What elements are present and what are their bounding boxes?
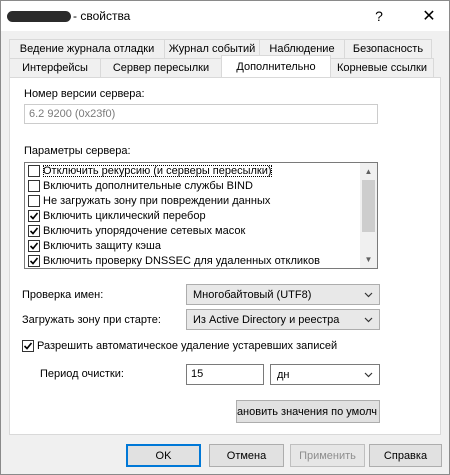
advanced-tab-panel: Номер версии сервера: 6.2 9200 (0x23f0) … bbox=[9, 77, 441, 435]
server-option-checkbox[interactable] bbox=[28, 254, 40, 267]
server-option-checkbox[interactable] bbox=[28, 164, 40, 177]
server-option-checkbox[interactable] bbox=[28, 194, 40, 207]
tab-security[interactable]: Безопасность bbox=[344, 39, 432, 58]
server-option-label: Включить проверку DNSSEC для удаленных о… bbox=[43, 254, 320, 267]
chevron-down-icon bbox=[364, 292, 373, 298]
help-title-button[interactable]: ? bbox=[359, 1, 399, 31]
server-option-row[interactable]: Включить проверку DNSSEC для удаленных о… bbox=[25, 253, 361, 268]
server-option-label: Не загружать зону при повреждении данных bbox=[43, 194, 271, 207]
help-button[interactable]: Справка bbox=[369, 444, 442, 467]
load-zone-value: Из Active Directory и реестра bbox=[193, 313, 340, 326]
title-bar: - свойства ? ✕ bbox=[1, 1, 449, 31]
options-scrollbar[interactable]: ▲ ▼ bbox=[360, 163, 377, 268]
tab-row-2: Интерфейсы Сервер пересылки Дополнительн… bbox=[9, 55, 434, 77]
load-zone-label: Загружать зону при старте: bbox=[22, 314, 161, 326]
server-version-field[interactable]: 6.2 9200 (0x23f0) bbox=[24, 104, 378, 124]
server-option-label: Включить дополнительные службы BIND bbox=[43, 179, 253, 192]
server-option-row[interactable]: Включить циклический перебор bbox=[25, 208, 361, 223]
server-option-row[interactable]: Не загружать зону при повреждении данных bbox=[25, 193, 361, 208]
server-options-list[interactable]: Отключить рекурсию (и серверы пересылки)… bbox=[24, 162, 378, 269]
server-option-checkbox[interactable] bbox=[28, 239, 40, 252]
server-option-row[interactable]: Включить дополнительные службы BIND bbox=[25, 178, 361, 193]
checkmark-icon bbox=[29, 256, 39, 265]
dialog-client-area: Ведение журнала отладки Журнал событий Н… bbox=[1, 31, 449, 474]
server-option-checkbox[interactable] bbox=[28, 209, 40, 222]
scroll-up-arrow-icon[interactable]: ▲ bbox=[360, 163, 377, 180]
scavenge-unit-select[interactable]: дн bbox=[270, 364, 380, 385]
server-options-items: Отключить рекурсию (и серверы пересылки)… bbox=[25, 163, 361, 268]
tab-debug-logging[interactable]: Ведение журнала отладки bbox=[9, 39, 165, 58]
scavenge-unit-value: дн bbox=[277, 368, 290, 381]
chevron-down-icon bbox=[364, 372, 373, 378]
server-option-row[interactable]: Включить защиту кэша bbox=[25, 238, 361, 253]
server-option-label: Отключить рекурсию (и серверы пересылки) bbox=[43, 164, 272, 177]
chevron-down-icon bbox=[364, 317, 373, 323]
auto-scavenge-checkbox[interactable] bbox=[22, 340, 34, 352]
server-version-label: Номер версии сервера: bbox=[24, 88, 145, 100]
name-check-select[interactable]: Многобайтовый (UTF8) bbox=[186, 284, 380, 305]
scroll-thumb[interactable] bbox=[362, 180, 375, 232]
server-option-checkbox[interactable] bbox=[28, 179, 40, 192]
ok-button[interactable]: OK bbox=[126, 444, 201, 467]
server-option-label: Включить упорядочение сетевых масок bbox=[43, 224, 246, 237]
scroll-down-arrow-icon[interactable]: ▼ bbox=[360, 251, 377, 268]
redacted-server-name bbox=[7, 11, 71, 22]
cancel-button[interactable]: Отмена bbox=[209, 444, 284, 467]
server-option-row[interactable]: Отключить рекурсию (и серверы пересылки) bbox=[25, 163, 361, 178]
name-check-value: Многобайтовый (UTF8) bbox=[193, 288, 312, 301]
server-option-label: Включить циклический перебор bbox=[43, 209, 206, 222]
server-options-label: Параметры сервера: bbox=[24, 145, 131, 157]
server-option-checkbox[interactable] bbox=[28, 224, 40, 237]
tab-interfaces[interactable]: Интерфейсы bbox=[9, 58, 101, 77]
tab-row-1: Ведение журнала отладки Журнал событий Н… bbox=[9, 39, 432, 58]
scavenge-period-input[interactable]: 15 bbox=[186, 364, 264, 385]
server-option-row[interactable]: Включить упорядочение сетевых масок bbox=[25, 223, 361, 238]
tab-forwarders[interactable]: Сервер пересылки bbox=[100, 58, 222, 77]
scavenge-period-label: Период очистки: bbox=[40, 368, 124, 380]
auto-scavenge-checkbox-row[interactable]: Разрешить автоматическое удаление устаре… bbox=[22, 340, 337, 352]
checkmark-icon bbox=[29, 241, 39, 250]
window-title: - свойства bbox=[73, 9, 131, 23]
checkmark-icon bbox=[29, 211, 39, 220]
tab-root-hints[interactable]: Корневые ссылки bbox=[330, 58, 434, 77]
tab-advanced[interactable]: Дополнительно bbox=[221, 55, 331, 77]
properties-dialog: - свойства ? ✕ Ведение журнала отладки Ж… bbox=[0, 0, 450, 475]
server-option-label: Включить защиту кэша bbox=[43, 239, 161, 252]
load-zone-select[interactable]: Из Active Directory и реестра bbox=[186, 309, 380, 330]
checkmark-icon bbox=[23, 342, 33, 350]
reset-defaults-button[interactable]: ановить значения по умолч bbox=[236, 400, 380, 423]
name-check-label: Проверка имен: bbox=[22, 289, 104, 301]
apply-button[interactable]: Применить bbox=[290, 444, 365, 467]
auto-scavenge-label: Разрешить автоматическое удаление устаре… bbox=[37, 340, 338, 352]
checkmark-icon bbox=[29, 226, 39, 235]
close-button[interactable]: ✕ bbox=[409, 1, 449, 31]
